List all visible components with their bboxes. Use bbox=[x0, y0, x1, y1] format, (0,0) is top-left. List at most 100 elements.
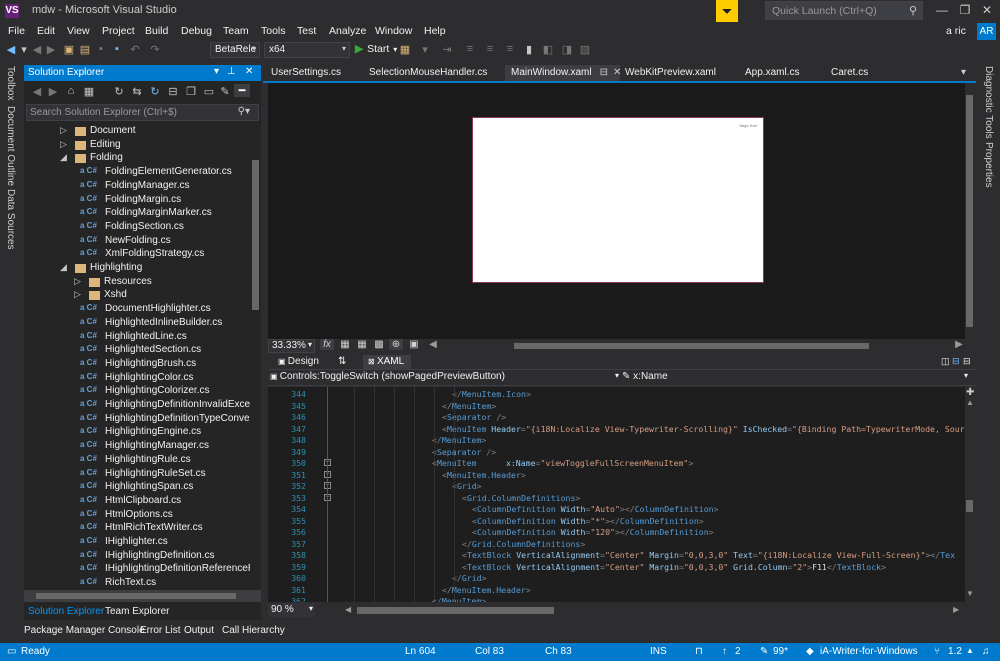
add-icon[interactable]: ✚ bbox=[966, 387, 974, 398]
code-line[interactable]: </Grid.ColumnDefinitions> bbox=[462, 539, 585, 549]
menu-analyze[interactable]: Analyze bbox=[329, 25, 366, 37]
tab-xaml[interactable]: ⊠ XAML bbox=[363, 355, 411, 369]
configuration-dropdown[interactable]: BetaRele ▾ bbox=[210, 42, 260, 58]
tree-file-item[interactable]: a C# NewFolding.cs bbox=[24, 235, 224, 249]
pin-icon[interactable]: ⊟ bbox=[600, 67, 608, 78]
status-push-count[interactable]: 2 bbox=[735, 646, 741, 657]
tab-overflow-icon[interactable]: ▾ bbox=[961, 67, 966, 78]
tree-file-item[interactable]: a C# HighlightingSpan.cs bbox=[24, 481, 224, 495]
pencil-icon[interactable]: ✎ bbox=[760, 646, 768, 657]
new-project-icon[interactable]: ▣ bbox=[62, 43, 76, 56]
code-line[interactable]: <ColumnDefinition Width="*"></ColumnDefi… bbox=[472, 516, 704, 526]
avatar[interactable]: AR bbox=[977, 23, 996, 40]
collapsed-arrow-icon[interactable]: ▷ bbox=[74, 276, 84, 287]
status-repository[interactable]: iA-Writer-for-Windows bbox=[820, 646, 918, 657]
element-dropdown[interactable]: ▣ Controls:ToggleSwitch (showPagedPrevie… bbox=[270, 371, 619, 382]
code-line[interactable]: <TextBlock VerticalAlignment="Center" Ma… bbox=[462, 562, 886, 572]
tree-folder-item[interactable]: ▷ Xshd bbox=[24, 289, 224, 303]
menu-test[interactable]: Test bbox=[297, 25, 316, 37]
code-line[interactable]: <ColumnDefinition Width="Auto"></ColumnD… bbox=[472, 504, 719, 514]
tab-design[interactable]: ▣ Design bbox=[278, 356, 319, 367]
code-line[interactable]: </MenuItem> bbox=[432, 435, 486, 445]
tree-file-item[interactable]: a C# IHighlightingDefinitionReferenceRe bbox=[24, 563, 250, 577]
tree-file-item[interactable]: a C# HighlightingDefinitionTypeConverte bbox=[24, 413, 250, 427]
menu-project[interactable]: Project bbox=[102, 25, 135, 37]
tab-solution-explorer[interactable]: Solution Explorer bbox=[24, 605, 109, 618]
back-icon[interactable]: ◀ bbox=[4, 43, 18, 56]
tree-file-item[interactable]: a C# HighlightingManager.cs bbox=[24, 440, 224, 454]
restore-button[interactable]: ❐ bbox=[955, 3, 975, 17]
grid-snap-icon[interactable]: ▦ bbox=[338, 339, 352, 350]
xaml-code-editor[interactable]: 344 </MenuItem.Icon> 345 </MenuItem> 346 <Sep… bbox=[268, 387, 965, 602]
code-line[interactable]: <MenuItem Header="{i18N:Localize View-Ty… bbox=[442, 424, 965, 434]
tree-file-item[interactable]: a C# HtmlOptions.cs bbox=[24, 509, 224, 523]
repository-icon[interactable]: ◆ bbox=[806, 646, 814, 657]
tab-caret-cs[interactable]: Caret.cs bbox=[831, 67, 868, 78]
tree-file-item[interactable]: a C# HighlightingColorizer.cs bbox=[24, 385, 224, 399]
search-icon[interactable]: ⚲ bbox=[909, 4, 917, 17]
tab-app-xaml-cs[interactable]: App.xaml.cs bbox=[745, 67, 799, 78]
tree-file-item[interactable]: a C# FoldingMargin.cs bbox=[24, 194, 224, 208]
collapsed-arrow-icon[interactable]: ▷ bbox=[74, 289, 84, 300]
code-line[interactable]: </MenuItem.Header> bbox=[442, 585, 531, 595]
menu-file[interactable]: File bbox=[8, 25, 25, 37]
tab-team-explorer[interactable]: Team Explorer bbox=[101, 605, 173, 618]
user-name[interactable]: a ric bbox=[946, 25, 966, 37]
editor-hscroll-thumb[interactable] bbox=[357, 607, 554, 614]
status-branch[interactable]: 1.2 bbox=[948, 646, 962, 657]
dropdown-arrow-icon[interactable]: ▾ bbox=[214, 66, 219, 77]
preview-icon[interactable]: ▭ bbox=[202, 85, 216, 98]
tree-folder-item[interactable]: ◢ Highlighting bbox=[24, 262, 224, 276]
show-all-files-icon[interactable]: ❐ bbox=[184, 85, 198, 98]
menu-build[interactable]: Build bbox=[145, 25, 168, 37]
solution-search-input[interactable]: Search Solution Explorer (Ctrl+$) ⚲▾ bbox=[26, 104, 259, 121]
data-sources-tab[interactable]: Data Sources bbox=[5, 189, 16, 250]
tree-file-item[interactable]: a C# HighlightedLine.cs bbox=[24, 331, 224, 345]
designer-hscroll-thumb[interactable] bbox=[514, 343, 869, 349]
filter-icon[interactable]: ⊓ bbox=[695, 646, 703, 657]
platform-dropdown[interactable]: x64 ▾ bbox=[264, 42, 350, 58]
tree-file-item[interactable]: a C# DocumentHighlighter.cs bbox=[24, 303, 224, 317]
tab-selectionmousehandler[interactable]: SelectionMouseHandler.cs bbox=[369, 67, 487, 78]
vertical-split-icon[interactable]: ◫ bbox=[941, 356, 950, 367]
tree-file-item[interactable]: a C# HtmlClipboard.cs bbox=[24, 495, 224, 509]
editor-vertical-scrollbar[interactable]: ✚ ▲ ▼ bbox=[965, 387, 976, 602]
start-button[interactable]: ▶ Start ▾ bbox=[355, 43, 397, 55]
code-line[interactable]: <MenuItem x:Name="viewToggleFullScreenMe… bbox=[432, 458, 693, 468]
tree-folder-item[interactable]: ▷ Editing bbox=[24, 139, 224, 153]
code-line[interactable]: </MenuItem> bbox=[432, 596, 486, 602]
tab-output[interactable]: Output bbox=[184, 625, 214, 636]
filter-flag-icon[interactable]: ⏷ bbox=[716, 0, 738, 22]
tree-folder-item[interactable]: ▷ Document bbox=[24, 125, 224, 139]
device-icon[interactable]: ▣ bbox=[407, 339, 421, 350]
tree-file-item[interactable]: a C# HighlightingDefinitionInvalidExcept bbox=[24, 399, 250, 413]
properties-wrench-icon[interactable]: ✎ bbox=[218, 85, 232, 98]
tree-folder-item[interactable]: ▷ Resources bbox=[24, 276, 224, 290]
properties-tab[interactable]: Properties bbox=[983, 142, 994, 188]
collapse-pane-icon[interactable]: ⊟ bbox=[963, 356, 971, 367]
menu-debug[interactable]: Debug bbox=[181, 25, 212, 37]
tree-file-item[interactable]: a C# FoldingSection.cs bbox=[24, 221, 224, 235]
minimize-button[interactable]: — bbox=[932, 3, 952, 17]
solution-scroll-thumb[interactable] bbox=[252, 160, 259, 310]
diagnostic-tools-tab[interactable]: Diagnostic Tools bbox=[983, 66, 994, 139]
dropdown-arrow-icon[interactable]: ▾ bbox=[17, 43, 31, 56]
tree-file-item[interactable]: a C# HighlightingRule.cs bbox=[24, 454, 224, 468]
up-arrow-icon[interactable]: ↑ bbox=[722, 646, 727, 657]
pending-changes-icon[interactable]: ↻ bbox=[112, 85, 126, 98]
code-line[interactable]: </MenuItem> bbox=[442, 401, 496, 411]
code-line[interactable]: </MenuItem.Icon> bbox=[452, 389, 531, 399]
snap-gridlines-icon[interactable]: ▩ bbox=[372, 339, 386, 350]
solution-hscroll-thumb[interactable] bbox=[36, 593, 236, 599]
menu-edit[interactable]: Edit bbox=[37, 25, 55, 37]
tree-file-item[interactable]: a C# HighlightedInlineBuilder.cs bbox=[24, 317, 224, 331]
tree-file-item[interactable]: a C# HighlightingColor.cs bbox=[24, 372, 224, 386]
swap-panes-icon[interactable]: ⇅ bbox=[338, 356, 346, 367]
bookmark-icon[interactable]: ▮ bbox=[522, 43, 536, 56]
menu-team[interactable]: Team bbox=[223, 25, 249, 37]
menu-view[interactable]: View bbox=[67, 25, 90, 37]
refresh-icon[interactable]: ↻ bbox=[148, 85, 162, 98]
tree-file-item[interactable]: a C# RichText.cs bbox=[24, 577, 224, 588]
preview-selected-icon[interactable]: ━ bbox=[234, 84, 250, 97]
chevron-up-icon[interactable]: ▲ bbox=[966, 646, 974, 655]
